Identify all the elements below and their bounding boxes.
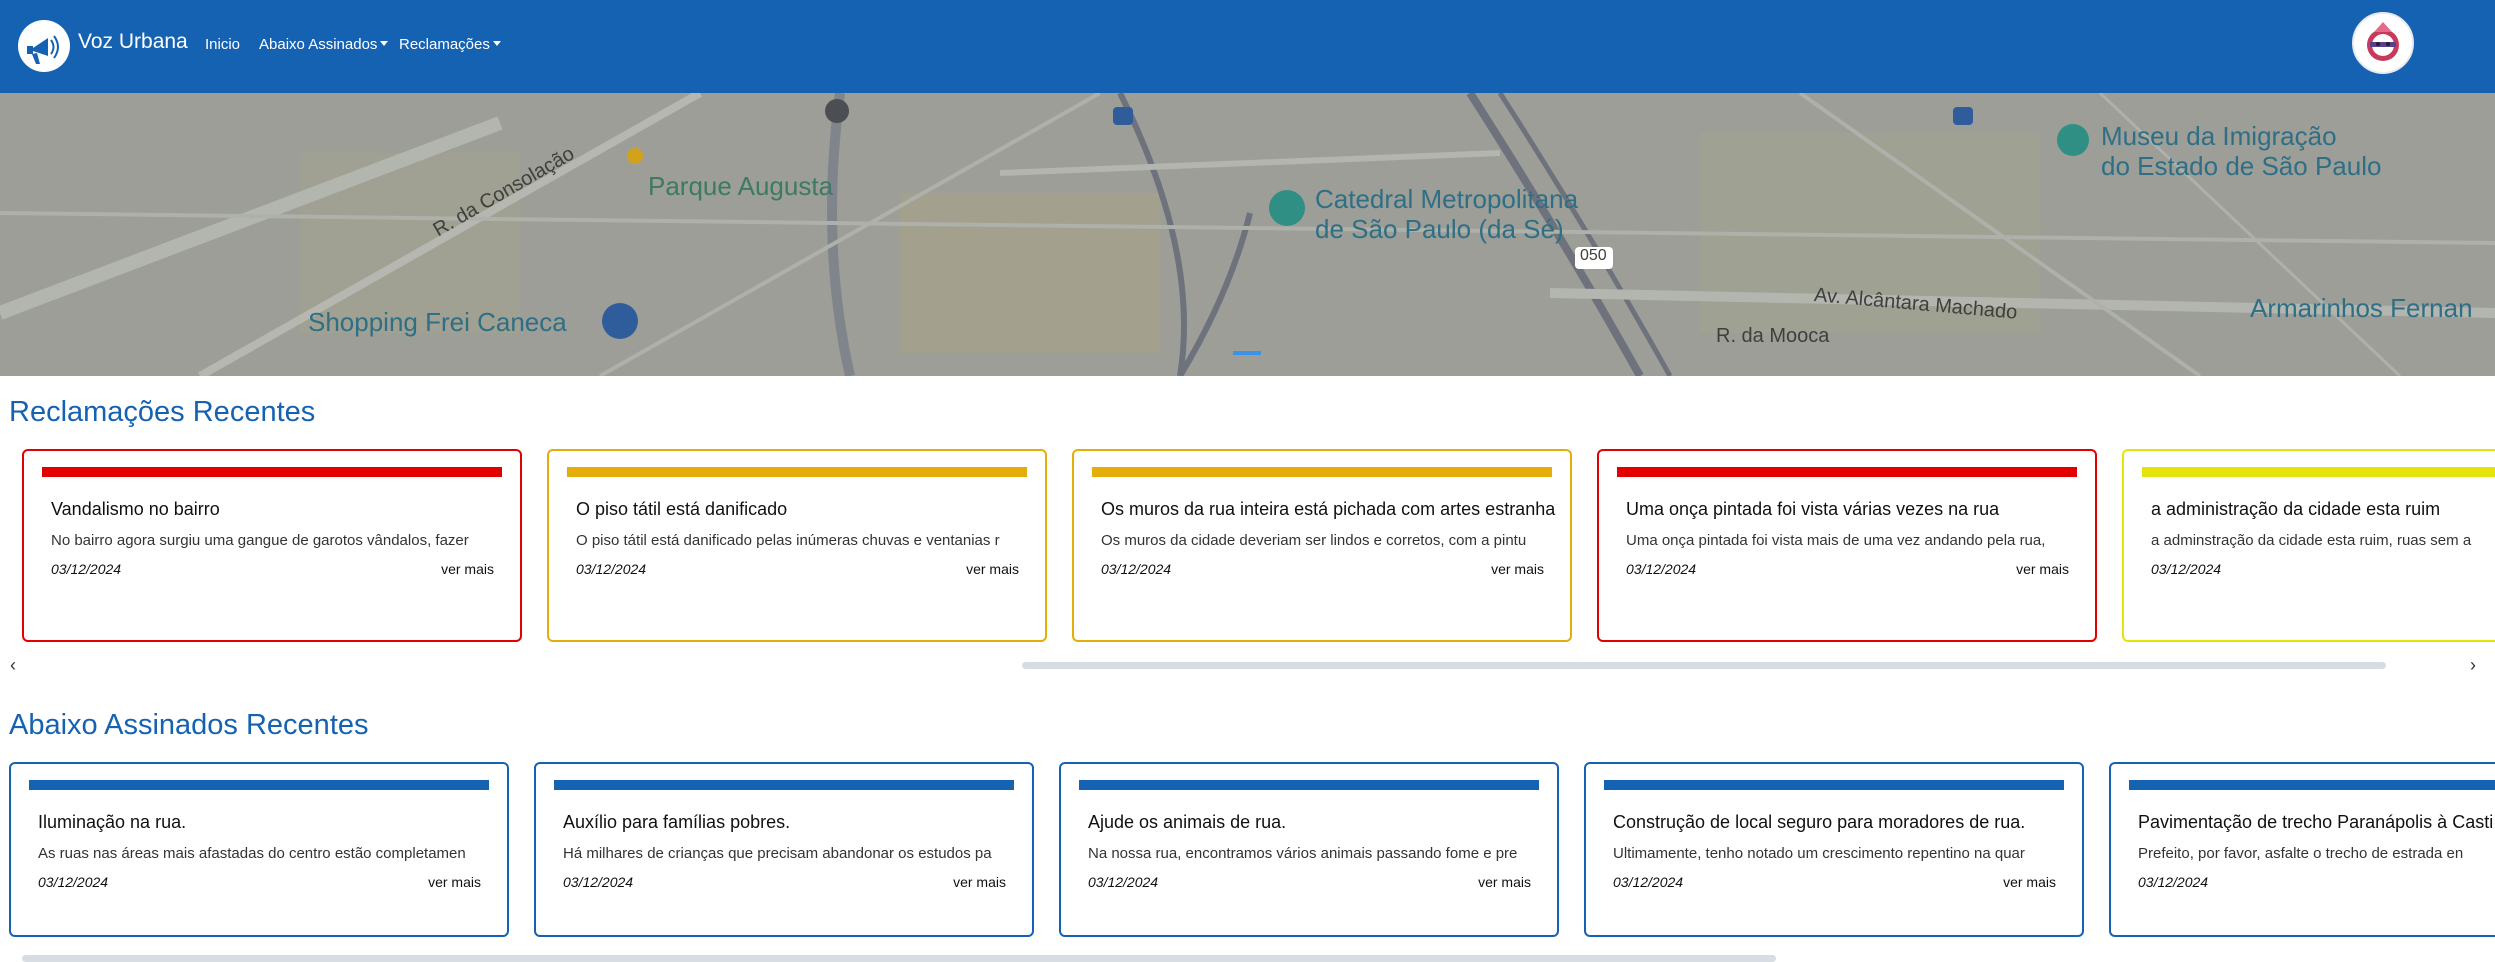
card-description: Uma onça pintada foi vista mais de uma v… [1626, 532, 2046, 549]
map-label: do Estado de São Paulo [2101, 151, 2382, 181]
ver-mais-link[interactable]: ver mais [2003, 874, 2056, 890]
card-title: Uma onça pintada foi vista várias vezes … [1626, 499, 2000, 519]
card-date: 03/12/2024 [2138, 874, 2209, 890]
ver-mais-link[interactable]: ver mais [966, 561, 1019, 577]
carousel-indicator[interactable] [1233, 351, 1261, 355]
card-date: 03/12/2024 [2151, 561, 2222, 577]
ver-mais-link[interactable]: ver mais [953, 874, 1006, 890]
card-title: Os muros da rua inteira está pichada com… [1101, 499, 1556, 519]
nav-dropdown-reclamacoes[interactable]: Reclamações [399, 36, 501, 53]
brand-name[interactable]: Voz Urbana [78, 30, 188, 54]
card-date: 03/12/2024 [563, 874, 634, 890]
petition-card[interactable]: Ajude os animais de rua. Na nossa rua, e… [1059, 762, 1559, 937]
card-color-bar [1604, 780, 2064, 790]
card-color-bar [29, 780, 489, 790]
card-color-bar [554, 780, 1014, 790]
reclamacoes-carousel: Vandalismo no bairro No bairro agora sur… [0, 437, 2495, 657]
map-label: R. da Mooca [1716, 325, 1830, 347]
card-color-bar [1092, 467, 1552, 477]
card-description: Prefeito, por favor, asfalte o trecho de… [2138, 845, 2464, 862]
complaint-card[interactable]: a administração da cidade esta ruim a ad… [2122, 449, 2495, 642]
card-title: Construção de local seguro para moradore… [1613, 812, 2026, 832]
card-title: Vandalismo no bairro [51, 499, 220, 519]
petition-card[interactable]: Pavimentação de trecho Paranápolis à Cas… [2109, 762, 2495, 937]
ver-mais-link[interactable]: ver mais [428, 874, 481, 890]
nav-link-inicio[interactable]: Inicio [205, 36, 240, 53]
scroll-right-arrow[interactable]: › [2470, 655, 2476, 676]
card-title: O piso tátil está danificado [576, 499, 788, 519]
map-label: Armarinhos Fernan [2250, 293, 2473, 323]
nav-link-label: Reclamações [399, 36, 490, 53]
map-label: de São Paulo (da Sé) [1315, 214, 1564, 244]
card-description: As ruas nas áreas mais afastadas do cent… [38, 845, 466, 862]
highway-badge: 050 [1580, 247, 1607, 264]
caret-down-icon [492, 41, 501, 46]
card-color-bar [567, 467, 1027, 477]
complaint-card[interactable]: Os muros da rua inteira está pichada com… [1072, 449, 1572, 642]
card-description: O piso tátil está danificado pelas inúme… [576, 532, 1000, 549]
map-label: Museu da Imigração [2101, 121, 2337, 151]
section-title-reclamacoes: Reclamações Recentes [9, 396, 316, 428]
ver-mais-link[interactable]: ver mais [1491, 561, 1544, 577]
abaixo-assinados-carousel: Iluminação na rua. As ruas nas áreas mai… [0, 762, 2495, 937]
card-description: No bairro agora surgiu uma gangue de gar… [51, 532, 469, 549]
navbar: Voz Urbana Inicio Abaixo Assinados Recla… [0, 0, 2495, 93]
card-color-bar [1617, 467, 2077, 477]
card-description: Ultimamente, tenho notado um crescimento… [1613, 845, 2025, 862]
complaint-card[interactable]: O piso tátil está danificado O piso táti… [547, 449, 1047, 642]
petition-card[interactable]: Construção de local seguro para moradore… [1584, 762, 2084, 937]
section-title-abaixo-assinados: Abaixo Assinados Recentes [9, 709, 369, 741]
card-color-bar [42, 467, 502, 477]
complaint-card[interactable]: Vandalismo no bairro No bairro agora sur… [22, 449, 522, 642]
ver-mais-link[interactable]: ver mais [1478, 874, 1531, 890]
card-date: 03/12/2024 [1613, 874, 1684, 890]
card-date: 03/12/2024 [576, 561, 647, 577]
map-label: Parque Augusta [648, 171, 834, 201]
nav-link-label: Inicio [205, 36, 241, 53]
map-label: Catedral Metropolitana [1315, 184, 1579, 214]
caret-down-icon [380, 41, 389, 46]
card-date: 03/12/2024 [38, 874, 109, 890]
complaint-card[interactable]: Uma onça pintada foi vista várias vezes … [1597, 449, 2097, 642]
ver-mais-link[interactable]: ver mais [2016, 561, 2069, 577]
card-date: 03/12/2024 [1101, 561, 1172, 577]
card-color-bar [2129, 780, 2495, 790]
card-title: Auxílio para famílias pobres. [563, 812, 791, 832]
card-title: Ajude os animais de rua. [1088, 812, 1287, 832]
card-date: 03/12/2024 [51, 561, 122, 577]
petition-card[interactable]: Auxílio para famílias pobres. Há milhare… [534, 762, 1034, 937]
hero-map-banner: Parque Augusta R. da Consolação Shopping… [0, 93, 2495, 376]
card-description: Os muros da cidade deveriam ser lindos e… [1101, 532, 1527, 549]
card-color-bar [1079, 780, 1539, 790]
nav-dropdown-abaixo-assinados[interactable]: Abaixo Assinados [259, 36, 389, 53]
card-title: Iluminação na rua. [38, 812, 187, 832]
card-description: Há milhares de crianças que precisam aba… [563, 845, 992, 862]
scroll-left-arrow[interactable]: ‹ [10, 655, 16, 676]
card-title: Pavimentação de trecho Paranápolis à Cas… [2138, 812, 2494, 832]
card-date: 03/12/2024 [1088, 874, 1159, 890]
ver-mais-link[interactable]: ver mais [441, 561, 494, 577]
card-description: Na nossa rua, encontramos vários animais… [1088, 845, 1518, 862]
card-color-bar [2142, 467, 2495, 477]
card-description: a adminstração da cidade esta ruim, ruas… [2151, 532, 2472, 549]
user-avatar[interactable] [2352, 12, 2414, 74]
card-title: a administração da cidade esta ruim [2151, 499, 2441, 519]
petition-card[interactable]: Iluminação na rua. As ruas nas áreas mai… [9, 762, 509, 937]
megaphone-logo-icon[interactable] [18, 20, 70, 72]
nav-link-label: Abaixo Assinados [259, 36, 378, 53]
card-date: 03/12/2024 [1626, 561, 1697, 577]
horizontal-scrollbar[interactable] [1022, 662, 2386, 669]
map-label: Shopping Frei Caneca [308, 307, 567, 337]
